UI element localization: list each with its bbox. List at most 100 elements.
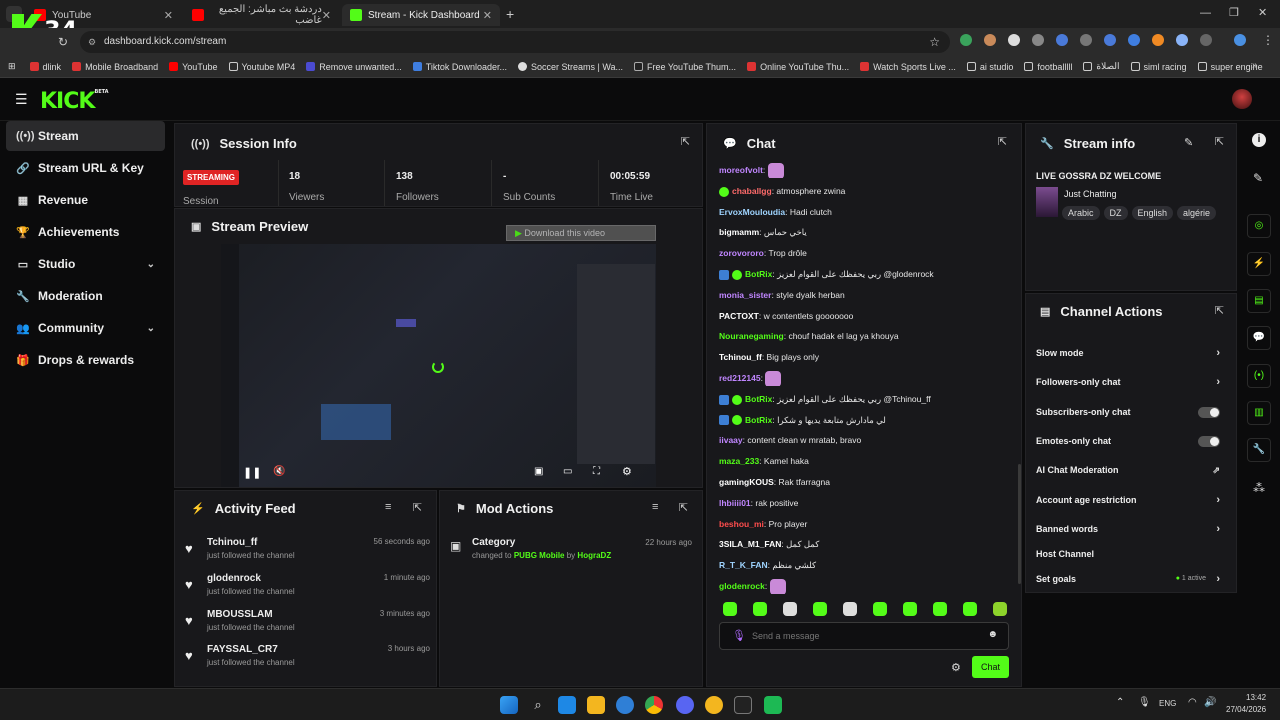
chat-username[interactable]: bigmamm: [719, 227, 759, 237]
extension-shield-icon[interactable]: [960, 34, 972, 46]
chat-username[interactable]: PACTOXT: [719, 311, 759, 321]
bookmark-remove-unwanted[interactable]: Remove unwanted...: [306, 62, 402, 72]
rail-nodes-icon[interactable]: ⁂: [1253, 481, 1265, 495]
category-name[interactable]: Just Chatting: [1064, 189, 1117, 199]
rail-bolt-icon[interactable]: ⚡: [1247, 252, 1271, 276]
chat-username[interactable]: iivaay: [719, 435, 743, 445]
slow-mode-row[interactable]: Slow mode ›: [1036, 345, 1220, 361]
bookmark-soccer-streams[interactable]: Soccer Streams | Wa...: [517, 62, 623, 72]
bookmark-football[interactable]: footballlll: [1024, 62, 1072, 72]
follower-name[interactable]: glodenrock: [207, 573, 261, 584]
browser-menu-icon[interactable]: ⋮: [1262, 33, 1274, 47]
emotes-only-toggle[interactable]: [1198, 436, 1220, 447]
emote-icon[interactable]: [933, 602, 947, 616]
game-link[interactable]: PUBG Mobile: [514, 551, 565, 560]
fullscreen-button[interactable]: ⛶: [593, 466, 600, 477]
info-icon[interactable]: i: [1252, 133, 1266, 147]
chat-username[interactable]: Tchinou_ff: [719, 352, 762, 362]
tag-chip[interactable]: English: [1131, 206, 1174, 220]
tag-chip[interactable]: algérie: [1177, 206, 1217, 220]
ai-chat-moderation-row[interactable]: AI Chat Moderation ⇗: [1036, 462, 1220, 478]
chat-message-input[interactable]: [752, 628, 972, 644]
bookmark-online-youtube-thumb[interactable]: Online YouTube Thu...: [747, 62, 849, 72]
sidebar-item-drops-rewards[interactable]: 🎁 Drops & rewards: [6, 345, 165, 375]
banned-words-row[interactable]: Banned words ›: [1036, 521, 1220, 537]
more-bookmarks-icon[interactable]: »: [1252, 60, 1258, 71]
tab-live-chat[interactable]: دردشة بث مباشر: الجميع غاضب ✕: [184, 4, 339, 26]
extensions-menu-icon[interactable]: [1200, 34, 1212, 46]
app-icon[interactable]: [705, 696, 723, 714]
popout-icon[interactable]: ⇱: [998, 135, 1007, 148]
edit-layout-icon[interactable]: ✎: [1253, 171, 1263, 185]
popout-icon[interactable]: ⇱: [679, 501, 688, 514]
settings-gear-icon[interactable]: ⚙: [622, 465, 632, 478]
followers-only-chat-row[interactable]: Followers-only chat ›: [1036, 374, 1220, 390]
volume-icon[interactable]: 🔊: [1204, 697, 1216, 708]
extension-pen-icon[interactable]: [1056, 34, 1068, 46]
chat-username[interactable]: red212145: [719, 373, 761, 383]
close-icon[interactable]: ✕: [322, 9, 331, 22]
url-input[interactable]: ⚙ dashboard.kick.com/stream ☆: [80, 31, 950, 53]
extension-globe-icon[interactable]: [1128, 34, 1140, 46]
emoji-icon[interactable]: ☻: [987, 629, 998, 640]
bookmark-free-youtube-thumb[interactable]: Free YouTube Thum...: [634, 62, 736, 72]
edit-pencil-icon[interactable]: ✎: [1184, 136, 1193, 149]
chat-settings-gear-icon[interactable]: ⚙: [951, 661, 961, 674]
chat-username[interactable]: 3SILA_M1_FAN: [719, 539, 781, 549]
subscribers-only-toggle[interactable]: [1198, 407, 1220, 418]
chat-send-button[interactable]: Chat: [972, 656, 1009, 678]
moderator-link[interactable]: HograDZ: [577, 551, 611, 560]
window-close-button[interactable]: ✕: [1258, 6, 1267, 19]
chat-username[interactable]: zorovororo: [719, 248, 764, 258]
rail-broadcast-icon[interactable]: (•): [1247, 364, 1271, 388]
chrome-icon[interactable]: [645, 696, 663, 714]
chat-username[interactable]: Nouranegaming: [719, 331, 784, 341]
bookmark-mobile-broadband[interactable]: Mobile Broadband: [72, 62, 158, 72]
bookmark-youtube-mp4[interactable]: Youtube MP4: [228, 62, 295, 72]
sidebar-item-stream-url-key[interactable]: 🔗 Stream URL & Key: [6, 153, 165, 183]
rail-wrench-icon[interactable]: 🔧: [1247, 438, 1271, 462]
reload-icon[interactable]: ↻: [58, 35, 68, 49]
chat-username[interactable]: R_T_K_FAN: [719, 560, 768, 570]
rail-clipboard-icon[interactable]: ▤: [1247, 289, 1271, 313]
kick-logo[interactable]: KICKBETA: [40, 89, 109, 114]
search-icon[interactable]: ⌕: [529, 696, 547, 714]
clock-date[interactable]: 27/04/2026: [1226, 705, 1266, 714]
rail-layout-icon[interactable]: ▥: [1247, 401, 1271, 425]
language-indicator[interactable]: ENG: [1159, 699, 1176, 708]
popout-icon[interactable]: ⇱: [1215, 135, 1224, 148]
emote-icon[interactable]: [783, 602, 797, 616]
wifi-icon[interactable]: ◠: [1188, 697, 1197, 708]
tag-chip[interactable]: Arabic: [1062, 206, 1100, 220]
minimize-button[interactable]: —: [1200, 7, 1211, 19]
extension-audio-icon[interactable]: [1104, 34, 1116, 46]
chat-message-list[interactable]: moreofvolt: chaballgg: atmosphere zwina E…: [707, 160, 1017, 600]
popout-icon[interactable]: ⇱: [1215, 304, 1224, 317]
new-tab-button[interactable]: +: [506, 6, 514, 22]
sidebar-item-community[interactable]: 👥 Community ⌄: [6, 313, 165, 343]
popout-icon[interactable]: ⇱: [681, 135, 690, 148]
set-goals-row[interactable]: Set goals ● 1 active ›: [1036, 571, 1220, 587]
popout-icon[interactable]: ⇱: [413, 501, 422, 514]
emote-icon[interactable]: [753, 602, 767, 616]
follower-name[interactable]: FAYSSAL_CR7: [207, 644, 278, 655]
bookmark-watch-sports[interactable]: Watch Sports Live ...: [860, 62, 956, 72]
bookmark-siml-racing[interactable]: siml racing: [1130, 62, 1187, 72]
profile-avatar-icon[interactable]: [1234, 34, 1246, 46]
emote-icon[interactable]: [963, 602, 977, 616]
chat-username[interactable]: maza_233: [719, 456, 759, 466]
bookmark-ai-studio[interactable]: ai studio: [966, 62, 1013, 72]
chat-username[interactable]: lhbiiii01: [719, 498, 751, 508]
rail-target-icon[interactable]: ◎: [1247, 214, 1271, 238]
emote-icon[interactable]: [903, 602, 917, 616]
pause-button[interactable]: ❚❚: [243, 466, 261, 479]
extension-tools-icon[interactable]: [1080, 34, 1092, 46]
site-info-icon[interactable]: ⚙: [88, 31, 96, 53]
hamburger-menu-icon[interactable]: ☰: [15, 91, 28, 108]
chat-username[interactable]: monia_sister: [719, 290, 771, 300]
rail-chat-icon[interactable]: 💬: [1247, 326, 1271, 350]
filter-icon[interactable]: ≡: [385, 501, 391, 513]
chat-username[interactable]: BotRix: [745, 269, 772, 279]
chat-username[interactable]: ErvoxMouloudia: [719, 207, 785, 217]
chat-username[interactable]: chaballgg: [732, 186, 772, 196]
